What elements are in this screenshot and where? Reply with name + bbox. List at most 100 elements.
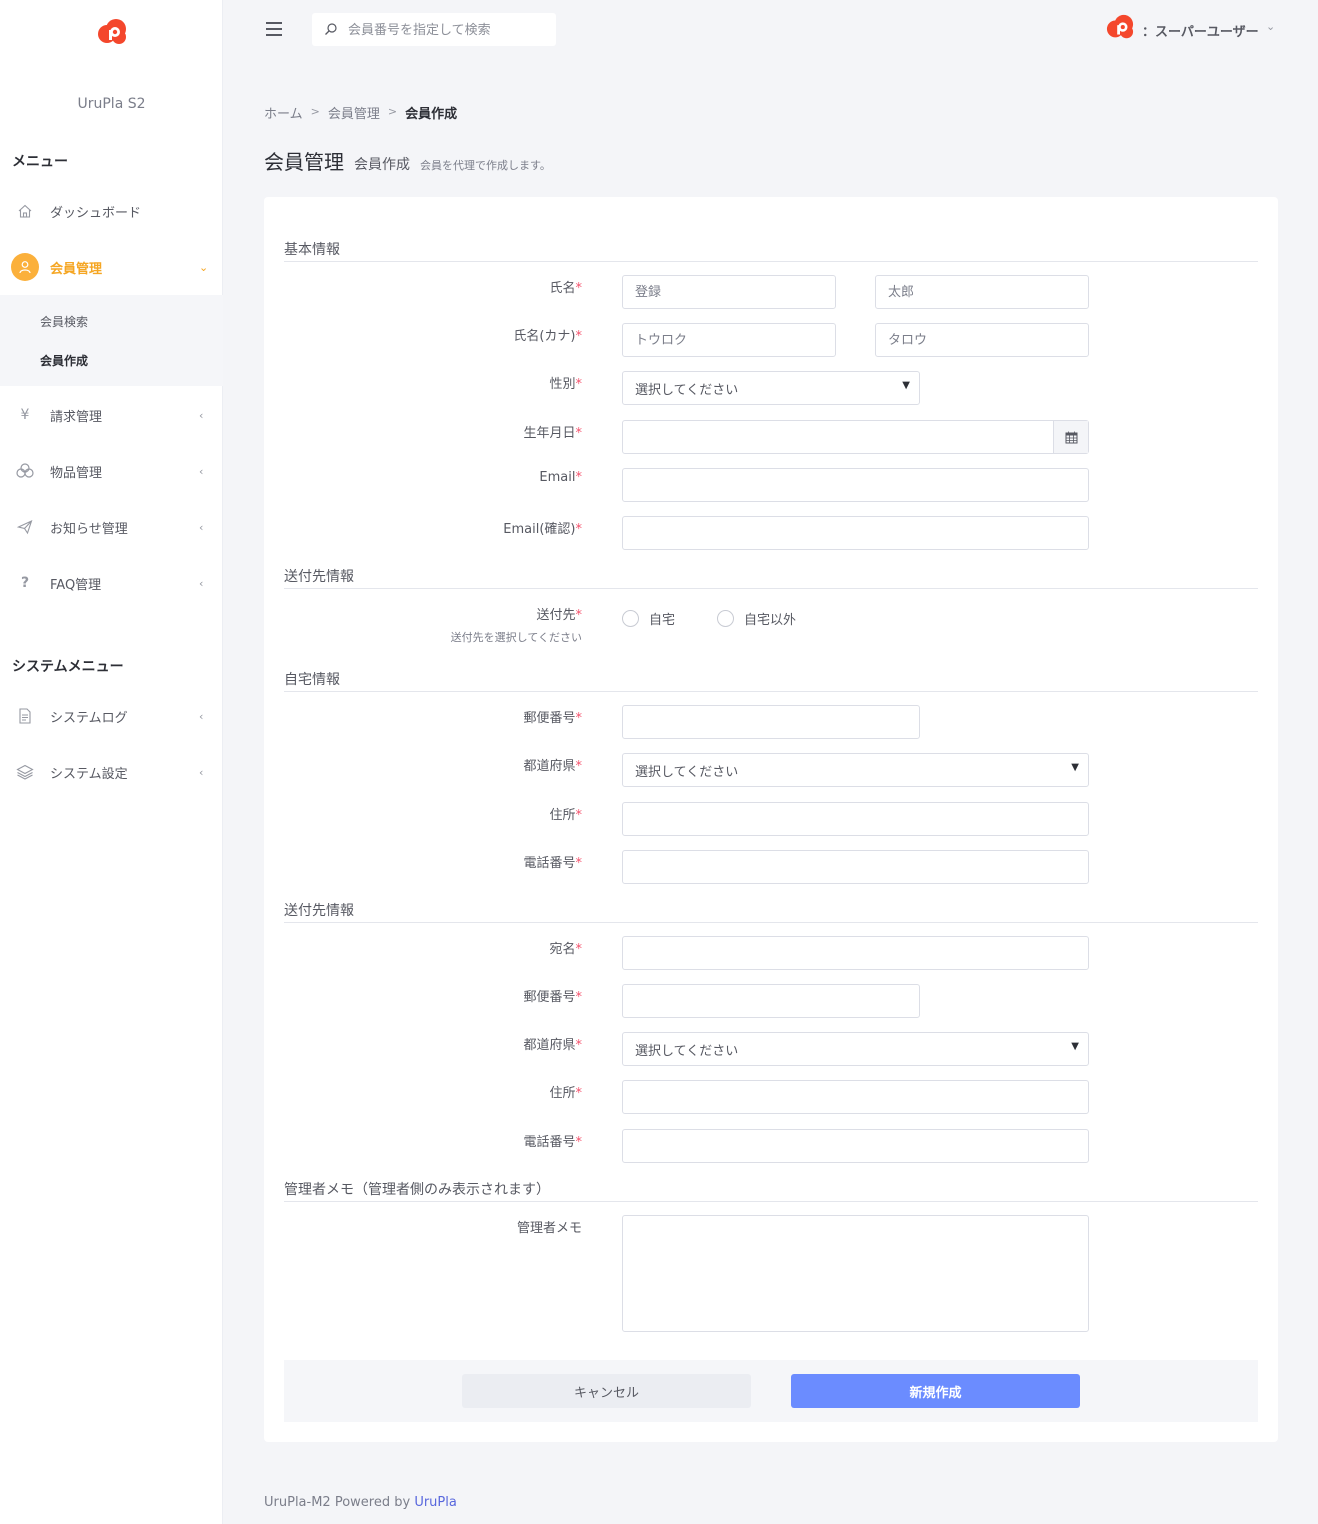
search-input[interactable] [348, 19, 548, 41]
section-delivery-info-2: 送付先情報 [284, 900, 1258, 923]
brand-logo-icon[interactable] [96, 18, 128, 48]
birthday-input[interactable] [622, 420, 1089, 454]
breadcrumb-current: 会員作成 [405, 107, 458, 122]
sidebar-item-faq[interactable]: ? FAQ管理 ‹ [0, 563, 223, 603]
breadcrumb-separator-icon: > [310, 105, 320, 118]
boxes-icon [14, 460, 36, 482]
menu-toggle-icon[interactable] [266, 22, 282, 36]
page-header: 会員管理 会員作成 会員を代理で作成します。 [264, 146, 551, 175]
label-home-address: 住所* [549, 808, 582, 823]
chevron-down-icon: ▼ [1071, 762, 1079, 773]
footer-text: UruPla-M2 Powered by [264, 1495, 415, 1510]
section-basic-info: 基本情報 [284, 239, 1258, 262]
label-home-prefecture: 都道府県* [523, 759, 582, 774]
create-button[interactable]: 新規作成 [791, 1374, 1080, 1408]
yen-icon: ¥ [20, 407, 30, 423]
delivery-prefecture-select[interactable]: 選択してください ▼ [622, 1032, 1089, 1066]
submenu-item-member-create[interactable]: 会員作成 [40, 352, 88, 369]
last-name-input[interactable] [622, 275, 836, 309]
document-icon [14, 705, 36, 727]
label-recipient: 宛名* [549, 942, 582, 957]
user-avatar-logo-icon[interactable] [1104, 14, 1136, 42]
label-home-postal: 郵便番号* [523, 711, 582, 726]
delivery-address-input[interactable] [622, 1080, 1089, 1114]
sidebar-item-label: FAQ管理 [50, 577, 102, 593]
label-home-phone: 電話番号* [523, 856, 582, 871]
page-title: 会員管理 [264, 150, 344, 174]
sidebar-item-goods[interactable]: 物品管理 ‹ [0, 451, 223, 491]
sidebar-item-notices[interactable]: お知らせ管理 ‹ [0, 507, 223, 547]
chevron-left-icon: ‹ [199, 765, 204, 779]
sidebar-item-label: ダッシュボード [50, 205, 142, 221]
breadcrumb-members[interactable]: 会員管理 [328, 103, 380, 122]
sidebar-item-system-log[interactable]: システムログ ‹ [0, 696, 223, 736]
chevron-left-icon: ‹ [199, 408, 204, 422]
delivery-phone-input[interactable] [622, 1129, 1089, 1163]
first-name-kana-input[interactable] [875, 323, 1089, 357]
page-subtitle: 会員作成 [354, 157, 410, 173]
chevron-down-icon[interactable]: ⌄ [1266, 20, 1275, 33]
chevron-left-icon: ‹ [199, 709, 204, 723]
label-email: Email* [539, 470, 582, 485]
radio-button[interactable] [717, 610, 734, 627]
sidebar-item-label: お知らせ管理 [50, 521, 128, 537]
sidebar: UruPla S2 メニュー ダッシュボード 会員管理 ⌄ 会員検索 会員作成 … [0, 0, 223, 1524]
gender-select[interactable]: 選択してください ▼ [622, 371, 920, 405]
sidebar-item-system-settings[interactable]: システム設定 ‹ [0, 752, 223, 792]
email-input[interactable] [622, 468, 1089, 502]
member-create-form: 基本情報 氏名* 氏名(カナ)* 性別* 選択してください▼ 生年月日* Ema… [264, 197, 1278, 1442]
members-submenu: 会員検索 会員作成 [0, 295, 223, 386]
home-postal-input[interactable] [622, 705, 920, 739]
sidebar-item-dashboard[interactable]: ダッシュボード [0, 191, 223, 231]
breadcrumb: ホーム > 会員管理 > 会員作成 [264, 103, 457, 122]
label-delivery-postal: 郵便番号* [523, 990, 582, 1005]
search-icon [324, 22, 338, 36]
home-address-input[interactable] [622, 802, 1089, 836]
sidebar-item-label: 会員管理 [50, 261, 103, 277]
chevron-left-icon: ‹ [199, 520, 204, 534]
home-prefecture-select[interactable]: 選択してください ▼ [622, 753, 1089, 787]
section-admin-memo: 管理者メモ（管理者側のみ表示されます） [284, 1179, 1258, 1202]
section-delivery-info: 送付先情報 [284, 566, 1258, 589]
sidebar-item-billing[interactable]: ¥ 請求管理 ‹ [0, 395, 223, 435]
last-name-kana-input[interactable] [622, 323, 836, 357]
label-admin-memo: 管理者メモ [516, 1221, 582, 1236]
sidebar-item-label: 物品管理 [50, 465, 103, 481]
breadcrumb-home[interactable]: ホーム [264, 103, 303, 122]
label-birthday: 生年月日* [523, 426, 582, 441]
user-name[interactable]: ：スーパーユーザー [1142, 21, 1259, 40]
submenu-item-member-search[interactable]: 会員検索 [40, 313, 88, 330]
recipient-input[interactable] [622, 936, 1089, 970]
destination-help-text: 送付先を選択してください [450, 631, 582, 644]
cancel-button[interactable]: キャンセル [462, 1374, 751, 1408]
email-confirm-input[interactable] [622, 516, 1089, 550]
paper-plane-icon [14, 516, 36, 538]
label-destination: 送付先* [536, 608, 582, 623]
user-icon [11, 253, 39, 281]
page-description: 会員を代理で作成します。 [420, 159, 551, 172]
radio-home[interactable]: 自宅 [622, 609, 675, 628]
breadcrumb-separator-icon: > [387, 105, 398, 118]
question-icon: ? [20, 575, 30, 591]
radio-other[interactable]: 自宅以外 [717, 609, 796, 628]
admin-memo-textarea[interactable] [622, 1215, 1089, 1332]
label-delivery-phone: 電話番号* [523, 1135, 582, 1150]
chevron-down-icon: ⌄ [199, 260, 209, 274]
home-phone-input[interactable] [622, 850, 1089, 884]
chevron-left-icon: ‹ [199, 576, 204, 590]
delivery-postal-input[interactable] [622, 984, 920, 1018]
home-icon [14, 200, 36, 222]
menu-title: メニュー [12, 154, 68, 170]
footer: UruPla-M2 Powered by UruPla [264, 1495, 457, 1510]
sidebar-item-label: システム設定 [50, 766, 128, 782]
footer-link[interactable]: UruPla [414, 1495, 457, 1510]
label-delivery-prefecture: 都道府県* [523, 1038, 582, 1053]
first-name-input[interactable] [875, 275, 1089, 309]
label-delivery-address: 住所* [549, 1086, 582, 1101]
layers-icon [14, 761, 36, 783]
radio-button[interactable] [622, 610, 639, 627]
chevron-left-icon: ‹ [199, 464, 204, 478]
calendar-icon[interactable] [1053, 421, 1088, 453]
sidebar-item-members[interactable]: 会員管理 ⌄ [0, 247, 223, 287]
label-name-kana: 氏名(カナ)* [513, 329, 582, 344]
